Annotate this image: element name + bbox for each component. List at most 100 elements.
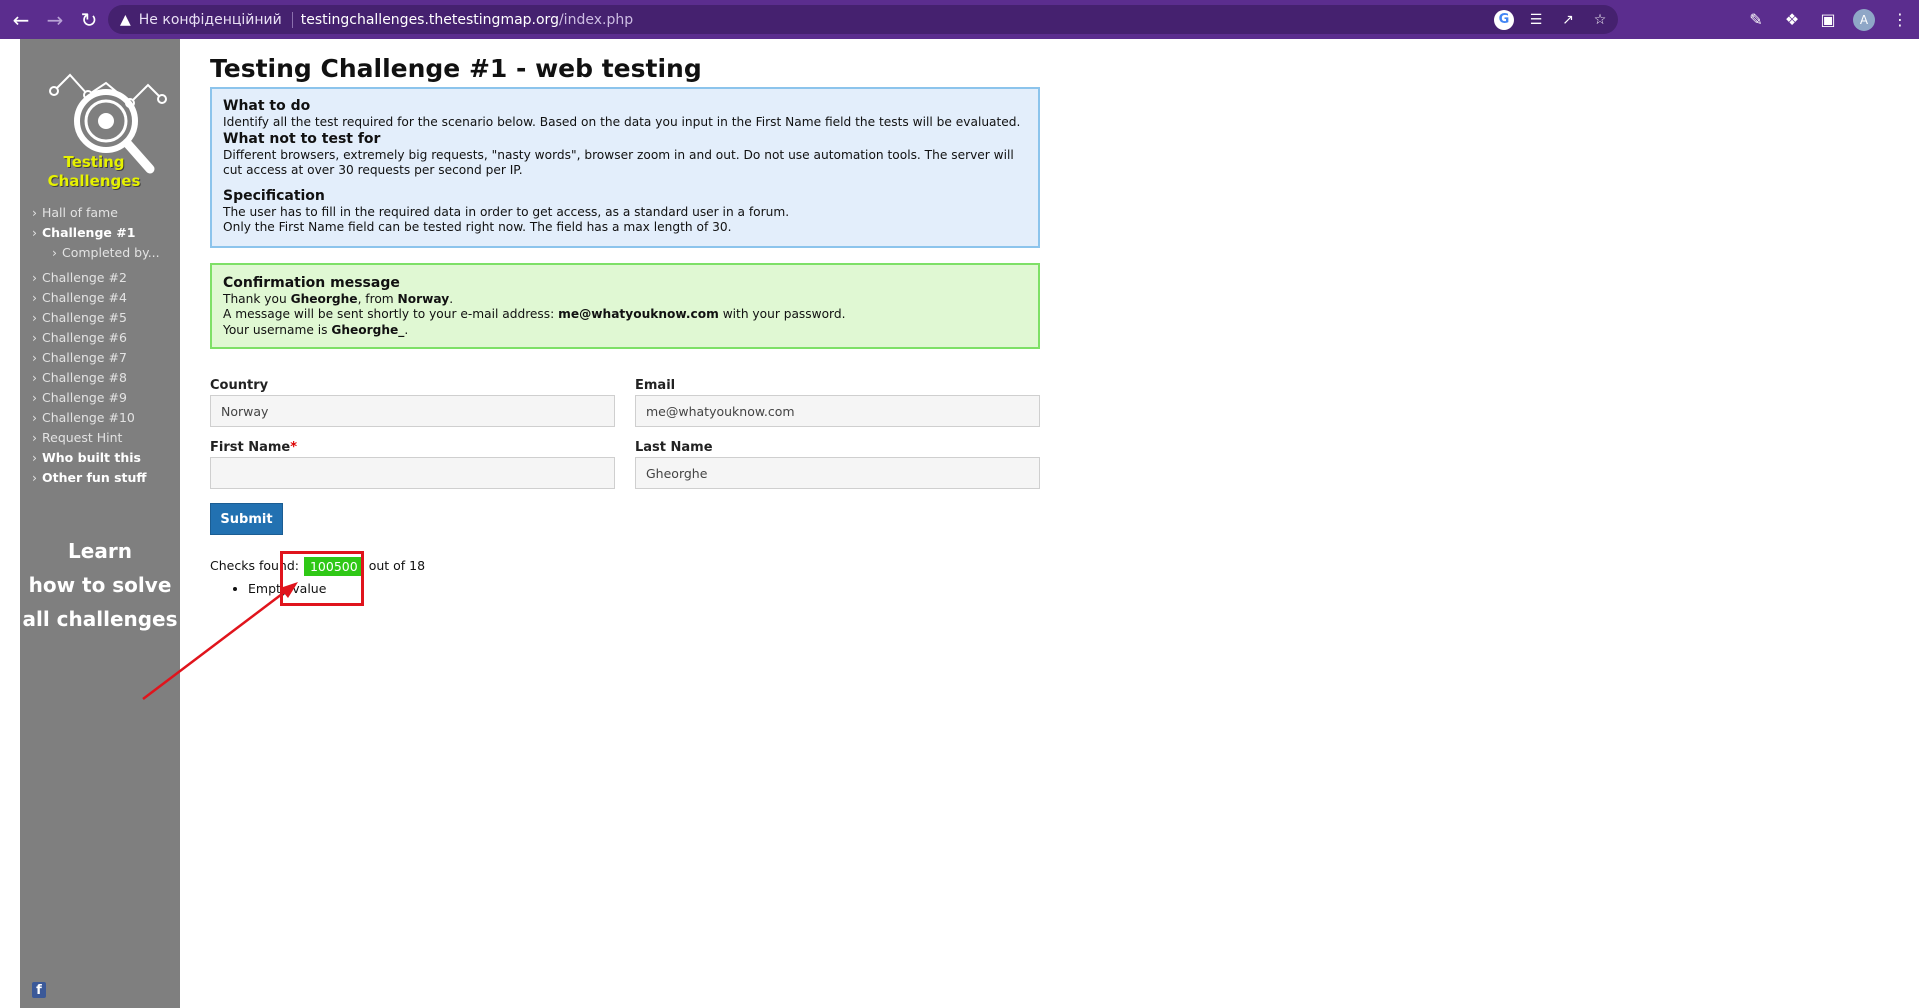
confirmation-thanks: Thank you Gheorghe, from Norway. <box>223 292 1027 308</box>
period-text: . <box>449 291 454 306</box>
facebook-icon[interactable]: f <box>32 982 46 998</box>
last-name-input[interactable] <box>635 457 1040 489</box>
chevron-right-icon: › <box>32 290 37 305</box>
site-logo[interactable]: Testing Challenges <box>26 53 176 190</box>
annotation-highlight-box <box>280 551 364 606</box>
first-name-input[interactable] <box>210 457 615 489</box>
confirmed-email: me@whatyouknow.com <box>558 307 719 321</box>
confirmed-country: Norway <box>397 291 450 306</box>
sidebar-item-challenge-9[interactable]: › Challenge #9 <box>32 388 160 408</box>
what-to-do-heading: What to do <box>223 98 311 114</box>
checks-results-list: Empty value <box>248 581 1040 597</box>
sidebar-item-label: Challenge #4 <box>42 290 127 305</box>
last-name-field: Last Name <box>635 439 1040 489</box>
main-content: Testing Challenge #1 - web testing What … <box>210 39 1040 597</box>
chevron-right-icon: › <box>52 245 57 260</box>
chevron-right-icon: › <box>32 410 37 425</box>
chevron-right-icon: › <box>32 390 37 405</box>
sidebar-item-who-built-this[interactable]: › Who built this <box>32 448 160 468</box>
google-icon[interactable]: G <box>1494 9 1514 30</box>
chevron-right-icon: › <box>32 310 37 325</box>
side-panel-icon[interactable]: ▣ <box>1817 9 1839 31</box>
email-input[interactable] <box>635 395 1040 427</box>
username-prefix: Your username is <box>223 322 332 337</box>
extensions-icon[interactable]: ❖ <box>1781 9 1803 31</box>
confirmation-email-line: A message will be sent shortly to your e… <box>223 307 1027 323</box>
sidebar-item-hall-of-fame[interactable]: › Hall of fame <box>32 203 160 223</box>
last-name-label: Last Name <box>635 440 713 455</box>
sidebar-item-challenge-10[interactable]: › Challenge #10 <box>32 408 160 428</box>
specification-heading: Specification <box>223 187 325 204</box>
username-suffix: . <box>404 322 409 337</box>
chevron-right-icon: › <box>32 350 37 365</box>
share-icon[interactable]: ↗ <box>1558 10 1578 30</box>
sidebar-item-request-hint[interactable]: › Request Hint <box>32 428 160 448</box>
sidebar-item-label: Challenge #9 <box>42 390 127 405</box>
country-field: Country <box>210 377 615 427</box>
pen-icon[interactable]: ✎ <box>1745 9 1767 31</box>
sidebar-item-challenge-2[interactable]: › Challenge #2 <box>32 268 160 288</box>
omnibox-icons: G ☰ ↗ ☆ <box>1494 5 1610 34</box>
chevron-right-icon: › <box>32 470 37 485</box>
back-icon[interactable]: ← <box>8 7 34 33</box>
sidebar-item-label: Challenge #2 <box>42 270 127 285</box>
sidebar-item-label: Challenge #7 <box>42 350 127 365</box>
chevron-right-icon: › <box>32 225 37 240</box>
chevron-right-icon: › <box>32 450 37 465</box>
logo-text: Testing Challenges <box>34 153 154 191</box>
browser-toolbar: ← → ↻ ▲ Не конфіденційний testingchallen… <box>0 0 1919 39</box>
country-input[interactable] <box>210 395 615 427</box>
sidebar-item-label: Challenge #8 <box>42 370 127 385</box>
forward-icon[interactable]: → <box>42 7 68 33</box>
sidebar-item-challenge-1[interactable]: › Challenge #1 <box>32 223 160 243</box>
security-label: Не конфіденційний <box>138 11 282 28</box>
confirmation-box: Confirmation message Thank you Gheorghe,… <box>210 262 1040 349</box>
page-title: Testing Challenge #1 - web testing <box>210 54 702 83</box>
what-to-do-text: Identify all the test required for the s… <box>223 115 1021 129</box>
browser-actions: ✎ ❖ ▣ A ⋮ <box>1745 0 1911 39</box>
sidebar-item-other-fun-stuff[interactable]: › Other fun stuff <box>32 468 160 488</box>
sidebar-item-challenge-4[interactable]: › Challenge #4 <box>32 288 160 308</box>
email-field: Email <box>635 377 1040 427</box>
sidebar-item-label: Challenge #6 <box>42 330 127 345</box>
reload-icon[interactable]: ↻ <box>76 7 102 33</box>
sidebar-item-challenge-5[interactable]: › Challenge #5 <box>32 308 160 328</box>
sidebar-item-label: Challenge #1 <box>42 225 136 240</box>
specification-line-2: Only the First Name field can be tested … <box>223 220 732 234</box>
sidebar-item-completed-by[interactable]: › Completed by... <box>32 243 160 263</box>
bookmark-star-icon[interactable]: ☆ <box>1590 10 1610 30</box>
sidebar-item-challenge-8[interactable]: › Challenge #8 <box>32 368 160 388</box>
sidebar-item-label: Challenge #10 <box>42 410 135 425</box>
translate-icon[interactable]: ☰ <box>1526 10 1546 30</box>
confirmation-username-line: Your username is Gheorghe_. <box>223 323 1027 339</box>
instructions-box: What to do Identify all the test require… <box>210 87 1040 248</box>
address-bar[interactable]: ▲ Не конфіденційний testingchallenges.th… <box>108 5 1618 34</box>
chevron-right-icon: › <box>32 430 37 445</box>
chevron-right-icon: › <box>32 330 37 345</box>
logo-line-1: Testing <box>63 153 125 171</box>
country-label: Country <box>210 378 269 393</box>
submit-button[interactable]: Submit <box>210 503 283 535</box>
warning-icon: ▲ <box>120 11 131 28</box>
learn-link[interactable]: Learn how to solve all challenges <box>20 534 180 636</box>
url-path: /index.php <box>558 11 634 28</box>
learn-line-2: how to solve <box>28 573 172 597</box>
chevron-right-icon: › <box>32 370 37 385</box>
sidebar-item-label: Who built this <box>42 450 141 465</box>
sidebar-item-label: Request Hint <box>42 430 123 445</box>
sidebar-item-challenge-7[interactable]: › Challenge #7 <box>32 348 160 368</box>
confirmed-name: Gheorghe <box>290 291 358 306</box>
profile-avatar[interactable]: A <box>1853 8 1875 31</box>
more-menu-icon[interactable]: ⋮ <box>1889 9 1911 31</box>
what-not-heading: What not to test for <box>223 130 381 147</box>
email-message-suffix: with your password. <box>718 307 846 321</box>
checks-suffix: out of 18 <box>368 558 426 573</box>
what-not-text: Different browsers, extremely big reques… <box>223 147 1014 178</box>
registration-form: Country Email First Name* Last Name <box>210 377 1040 489</box>
sidebar-item-challenge-6[interactable]: › Challenge #6 <box>32 328 160 348</box>
sidebar-item-label: Other fun stuff <box>42 470 147 485</box>
first-name-label: First Name <box>210 440 291 455</box>
sidebar-item-label: Completed by... <box>62 245 160 260</box>
logo-line-2: Challenges <box>47 172 141 190</box>
chevron-right-icon: › <box>32 270 37 285</box>
